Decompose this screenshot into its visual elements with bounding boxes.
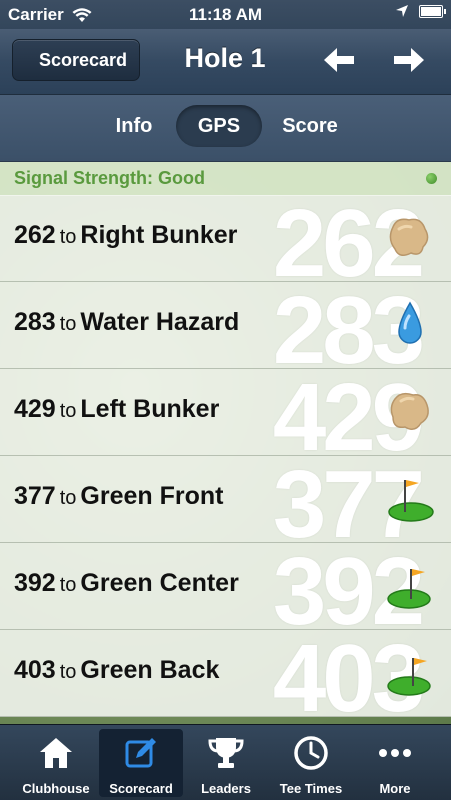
target-row-green-back[interactable]: 403 403 to Green Back (0, 630, 451, 717)
target-name: Water Hazard (80, 308, 240, 336)
tab-tee-times[interactable]: Tee Times (269, 729, 353, 797)
target-distance: 262 (14, 221, 56, 249)
tab-clubhouse[interactable]: Clubhouse (14, 729, 98, 797)
segmented-control: Info GPS Score (0, 95, 451, 162)
previous-hole-button[interactable] (322, 45, 356, 75)
segment-gps[interactable]: GPS (176, 105, 262, 147)
signal-strength-label: Signal Strength: Good (14, 168, 205, 188)
target-to: to (59, 487, 77, 509)
target-row-green-front[interactable]: 377 377 to Green Front (0, 456, 451, 543)
target-to: to (59, 313, 77, 335)
target-row-right-bunker[interactable]: 262 262 to Right Bunker (0, 195, 451, 282)
target-distance: 429 (14, 395, 56, 423)
tab-label: More (379, 781, 411, 796)
location-arrow-icon (396, 5, 408, 17)
target-label: 392 to Green Center (14, 569, 239, 598)
target-to: to (59, 661, 77, 683)
green-flag-icon (387, 569, 431, 609)
signal-strength-bar: Signal Strength: Good (0, 162, 451, 196)
tab-label: Scorecard (109, 781, 173, 796)
target-row-green-center[interactable]: 392 392 to Green Center (0, 543, 451, 630)
target-name: Green Center (80, 569, 239, 597)
green-flag-icon (387, 658, 431, 696)
battery-icon (419, 4, 446, 18)
status-right (395, 4, 446, 18)
arrow-right-icon (394, 48, 424, 72)
scorecard-edit-icon (99, 733, 183, 773)
water-drop-icon (398, 301, 422, 344)
status-time: 11:18 AM (188, 5, 263, 24)
target-name: Green Back (80, 656, 220, 684)
app-screen: Carrier 11:18 AM Scorecard Hole 1 Info G… (0, 0, 451, 800)
bunker-icon (389, 218, 429, 256)
target-label: 429 to Left Bunker (14, 395, 219, 424)
arrow-left-icon (324, 48, 354, 72)
tab-label: Leaders (201, 781, 251, 796)
target-label: 403 to Green Back (14, 656, 219, 685)
gps-content: Signal Strength: Good 262 262 to Right Bun… (0, 162, 451, 724)
segment-info[interactable]: Info (98, 105, 170, 147)
bottom-tab-bar: Clubhouse Scorecard Leaders Tee Times Mo… (0, 724, 451, 800)
target-to: to (59, 400, 77, 422)
tab-leaders[interactable]: Leaders (184, 729, 268, 797)
target-label: 262 to Right Bunker (14, 221, 237, 250)
target-distance: 392 (14, 569, 56, 597)
target-to: to (59, 226, 77, 248)
house-icon (14, 733, 98, 773)
green-flag-icon (388, 480, 434, 522)
target-to: to (59, 574, 77, 596)
tab-more[interactable]: More (353, 729, 437, 797)
clock-icon (269, 733, 353, 773)
segment-score[interactable]: Score (268, 105, 352, 147)
target-row-left-bunker[interactable]: 429 429 to Left Bunker (0, 369, 451, 456)
target-name: Left Bunker (80, 395, 220, 423)
status-bar: Carrier 11:18 AM (0, 0, 451, 29)
target-label: 377 to Green Front (14, 482, 223, 511)
navigation-bar: Scorecard Hole 1 (0, 29, 451, 95)
target-distance: 283 (14, 308, 56, 336)
trophy-icon (184, 733, 268, 773)
target-distance: 403 (14, 656, 56, 684)
tab-scorecard[interactable]: Scorecard (99, 729, 183, 797)
target-row-water-hazard[interactable]: 283 283 to Water Hazard (0, 282, 451, 369)
tab-label: Tee Times (279, 781, 343, 796)
back-to-scorecard-button[interactable]: Scorecard (12, 39, 140, 81)
bunker-icon (390, 392, 429, 430)
target-distance: 377 (14, 482, 56, 510)
signal-status-dot (426, 173, 437, 184)
target-label: 283 to Water Hazard (14, 308, 239, 337)
next-hole-button[interactable] (392, 45, 426, 75)
target-name: Right Bunker (80, 221, 238, 249)
more-dots-icon (353, 733, 437, 773)
target-name: Green Front (80, 482, 224, 510)
hole-title: Hole 1 (184, 43, 266, 73)
tab-label: Clubhouse (22, 781, 90, 796)
